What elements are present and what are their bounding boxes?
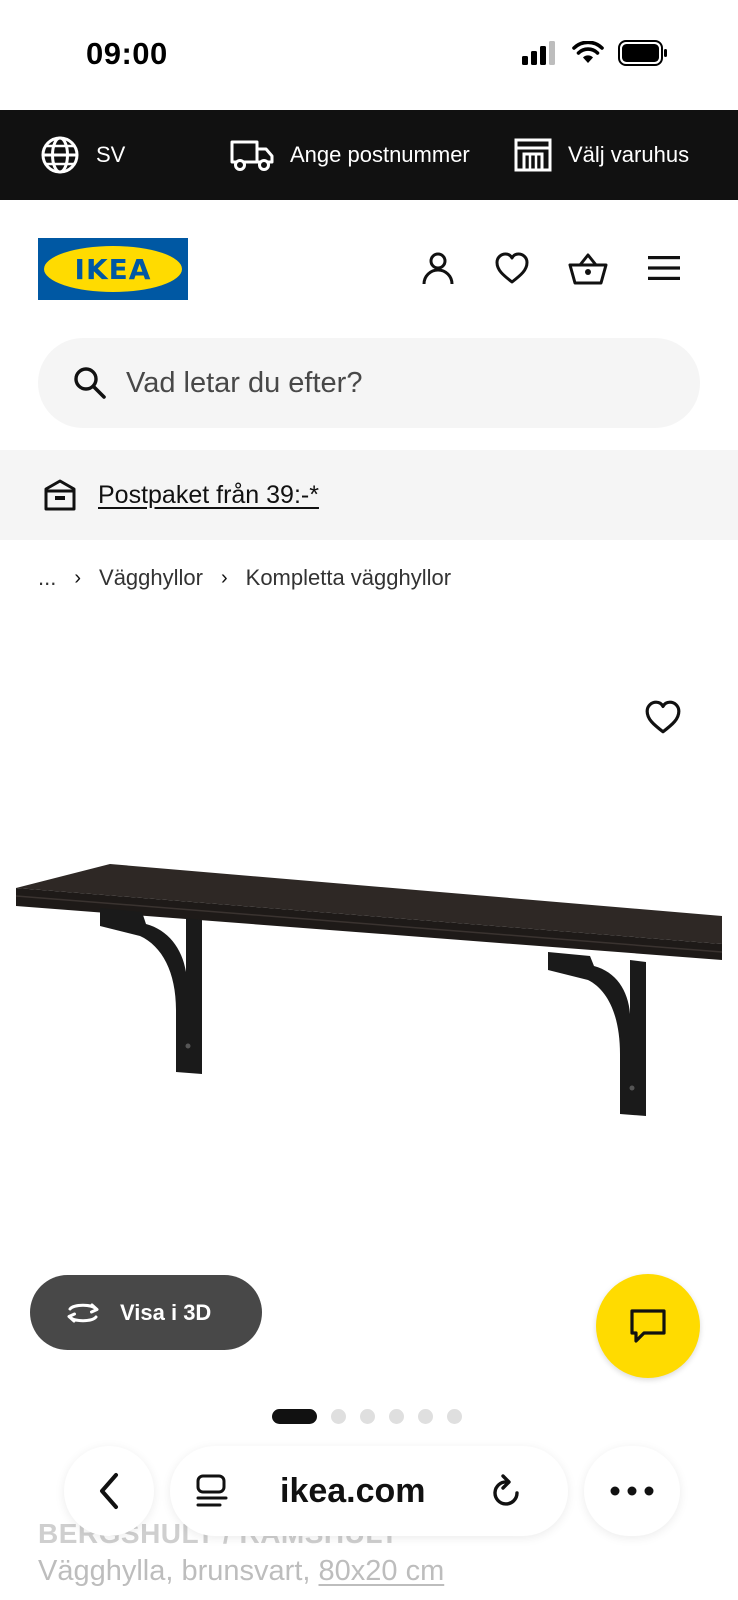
search-input[interactable]: Vad letar du efter? xyxy=(38,338,700,428)
more-options-button[interactable] xyxy=(584,1446,680,1536)
breadcrumb: ... › Vägghyllor › Kompletta vägghyllor xyxy=(38,565,451,591)
pagination-dot[interactable] xyxy=(418,1409,433,1424)
browser-toolbar: ikea.com xyxy=(0,1440,738,1540)
product-size-link[interactable]: 80x20 cm xyxy=(319,1555,445,1587)
language-label: SV xyxy=(96,142,126,167)
status-time: 09:00 xyxy=(86,36,168,71)
chat-button[interactable] xyxy=(596,1274,700,1378)
status-icons xyxy=(522,40,668,66)
logo-oval: IKEA xyxy=(44,246,182,292)
promo-link[interactable]: Postpaket från 39:-* xyxy=(98,481,319,510)
product-type: Vägghylla, brunsvart, xyxy=(38,1555,311,1587)
breadcrumb-item-vagghyllor[interactable]: Vägghyllor xyxy=(99,565,203,591)
pagination-dot[interactable] xyxy=(447,1409,462,1424)
pagination-dot[interactable] xyxy=(389,1409,404,1424)
postcode-button[interactable]: Ange postnummer xyxy=(230,138,470,172)
delivery-truck-icon xyxy=(230,140,274,171)
store-icon xyxy=(514,138,552,172)
back-button[interactable] xyxy=(64,1446,154,1536)
search-placeholder: Vad letar du efter? xyxy=(126,366,363,399)
gallery-pagination xyxy=(272,1409,462,1424)
status-bar: 09:00 xyxy=(0,0,738,110)
pagination-dot[interactable] xyxy=(360,1409,375,1424)
logo-text: IKEA xyxy=(74,252,152,286)
pagination-dot[interactable] xyxy=(331,1409,346,1424)
view-3d-label: Visa i 3D xyxy=(120,1299,212,1325)
store-label: Välj varuhus xyxy=(568,142,690,167)
ikea-logo[interactable]: IKEA xyxy=(38,238,188,300)
promo-banner: Postpaket från 39:-* xyxy=(0,450,738,540)
product-image xyxy=(15,864,723,1116)
account-icon[interactable] xyxy=(418,248,458,288)
wifi-icon xyxy=(572,41,604,63)
wishlist-icon[interactable] xyxy=(492,248,532,288)
url-text: ikea.com xyxy=(280,1471,426,1510)
add-to-wishlist-icon[interactable] xyxy=(644,698,682,736)
store-selector[interactable]: Välj varuhus xyxy=(514,138,689,172)
more-icon xyxy=(610,1486,654,1496)
breadcrumb-ellipsis[interactable]: ... xyxy=(38,565,56,591)
rotate-3d-icon xyxy=(67,1303,99,1322)
parcel-icon xyxy=(44,479,76,511)
search-icon xyxy=(74,367,106,399)
postcode-label: Ange postnummer xyxy=(290,142,470,167)
reader-mode-icon[interactable] xyxy=(194,1473,230,1509)
breadcrumb-item-kompletta[interactable]: Kompletta vägghyllor xyxy=(246,565,451,591)
menu-icon[interactable] xyxy=(644,248,684,288)
battery-icon xyxy=(618,40,667,66)
view-3d-button[interactable]: Visa i 3D xyxy=(30,1275,262,1350)
globe-icon xyxy=(41,136,79,174)
utility-bar: SV Ange postnummer Välj varuhus xyxy=(0,110,738,200)
language-selector[interactable]: SV xyxy=(40,135,125,175)
reload-icon[interactable] xyxy=(490,1473,524,1509)
chat-icon xyxy=(630,1309,666,1343)
chevron-right-icon: › xyxy=(74,566,82,589)
cellular-signal-icon xyxy=(522,41,555,65)
chevron-left-icon xyxy=(100,1473,118,1509)
site-header: IKEA xyxy=(0,200,738,320)
product-description: Vägghylla, brunsvart, 80x20 cm xyxy=(38,1555,444,1588)
pagination-dot[interactable] xyxy=(272,1409,317,1424)
basket-icon[interactable] xyxy=(568,248,608,288)
address-bar[interactable]: ikea.com xyxy=(170,1446,568,1536)
chevron-right-icon: › xyxy=(220,566,228,589)
